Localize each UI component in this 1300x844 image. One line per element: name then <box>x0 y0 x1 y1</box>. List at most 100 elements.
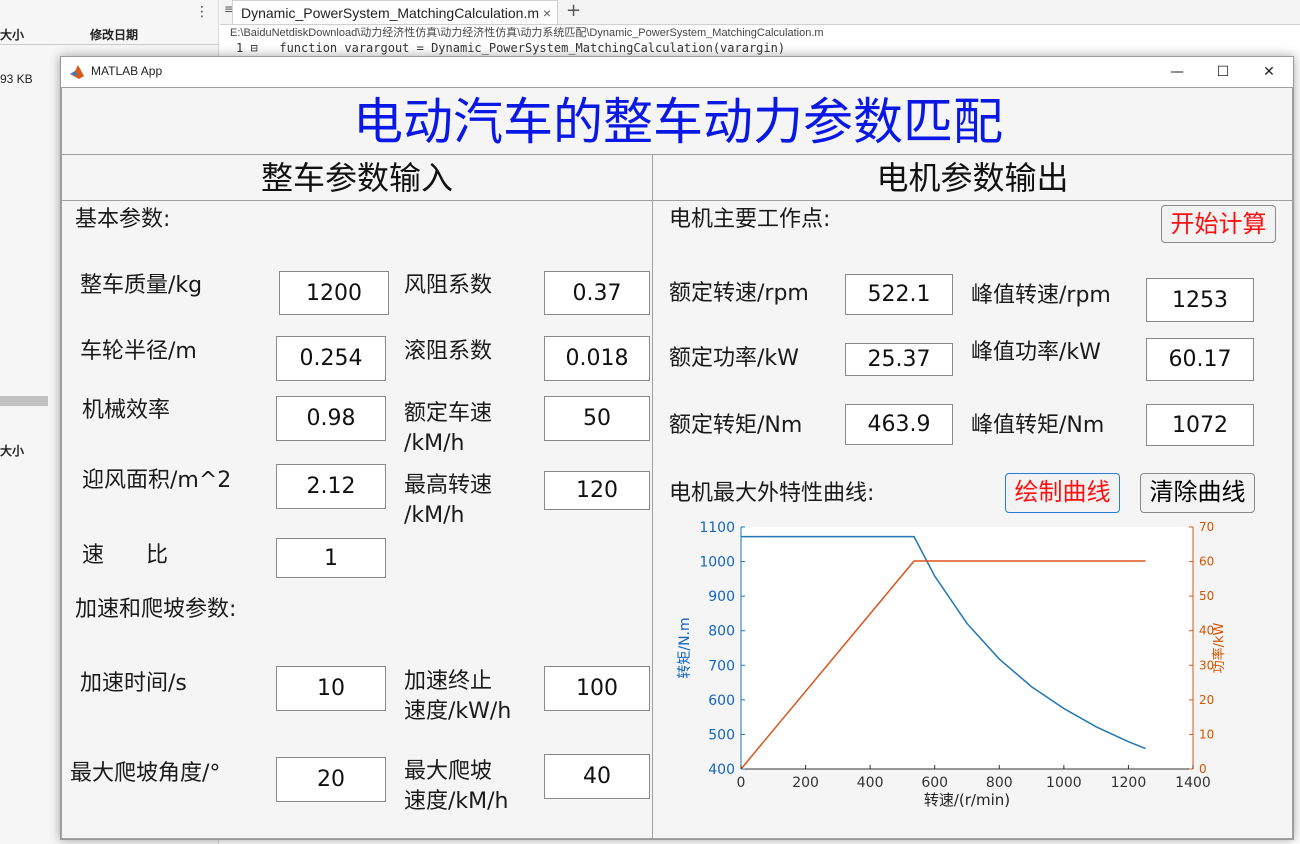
minimize-button[interactable]: — <box>1154 57 1200 87</box>
mass-label: 整车质量/kg <box>80 273 203 298</box>
gear-ratio-input[interactable] <box>276 538 386 578</box>
main-points-heading: 电机主要工作点: <box>669 207 831 232</box>
mech-efficiency-label: 机械效率 <box>82 398 171 423</box>
editor-tab-label: Dynamic_PowerSystem_MatchingCalculation.… <box>241 5 540 21</box>
left-y-tick-label: 600 <box>708 693 735 709</box>
grade-speed-label: 最大爬坡 <box>404 759 493 784</box>
close-button[interactable]: ✕ <box>1246 57 1292 87</box>
frontal-area-label: 迎风面积/m^2 <box>82 468 232 493</box>
left-y-tick-label: 900 <box>708 589 735 605</box>
right-y-axis-label: 功率/kW <box>1211 622 1227 673</box>
accel-params-heading: 加速和爬坡参数: <box>75 597 237 622</box>
right-y-tick-label: 60 <box>1199 555 1214 569</box>
right-y-tick-label: 70 <box>1199 520 1214 534</box>
left-y-tick-label: 400 <box>708 762 735 778</box>
rated-speed-unit: /kM/h <box>404 431 465 456</box>
gear-ratio-label: 速 比 <box>82 543 168 568</box>
accel-end-speed-unit: 速度/kW/h <box>404 699 512 724</box>
input-panel-title: 整车参数输入 <box>62 155 652 201</box>
column-header-size[interactable]: 大小 <box>0 26 24 43</box>
matlab-app-window: MATLAB App — ☐ ✕ 电动汽车的整车动力参数匹配 整车参数输入 基本… <box>60 56 1294 840</box>
horizontal-scrollbar[interactable] <box>0 396 48 406</box>
x-tick-label: 600 <box>921 775 948 791</box>
rated-rpm-output[interactable] <box>845 274 953 315</box>
x-tick-label: 200 <box>792 775 819 791</box>
rated-power-label: 额定功率/kW <box>669 346 799 371</box>
file-size-value: 93 KB <box>0 72 33 86</box>
output-panel-title: 电机参数输出 <box>653 155 1292 201</box>
chart-axes <box>740 527 1194 770</box>
mass-input[interactable] <box>279 271 389 315</box>
x-tick-label: 1400 <box>1175 775 1211 791</box>
left-y-tick-label: 500 <box>708 727 735 743</box>
left-y-tick-label: 700 <box>708 658 735 674</box>
accel-time-input[interactable] <box>276 666 386 711</box>
accel-end-speed-input[interactable] <box>544 666 650 711</box>
grade-speed-input[interactable] <box>544 754 650 799</box>
mech-efficiency-input[interactable] <box>276 396 386 441</box>
right-y-tick-label: 10 <box>1199 727 1214 741</box>
main-title: 电动汽车的整车动力参数匹配 <box>353 93 1003 151</box>
peak-rpm-label: 峰值转速/rpm <box>971 283 1111 308</box>
x-tick-label: 400 <box>857 775 884 791</box>
max-speed-label: 最高转速 <box>404 473 493 498</box>
rated-speed-input[interactable] <box>544 396 650 441</box>
max-grade-angle-input[interactable] <box>276 757 386 802</box>
editor-tab[interactable]: Dynamic_PowerSystem_MatchingCalculation.… <box>232 0 558 24</box>
close-tab-icon[interactable]: × <box>543 1 551 25</box>
grade-speed-unit: 速度/kM/h <box>404 789 509 814</box>
x-tick-label: 1000 <box>1046 775 1082 791</box>
left-y-tick-label: 1000 <box>699 555 735 571</box>
rolling-coef-label: 滚阻系数 <box>404 339 493 364</box>
drag-coef-label: 风阻系数 <box>404 273 493 298</box>
draw-curve-button[interactable]: 绘制曲线 <box>1005 473 1120 513</box>
rolling-coef-input[interactable] <box>544 336 650 381</box>
rated-torque-label: 额定转矩/Nm <box>669 413 803 438</box>
accel-time-label: 加速时间/s <box>80 671 187 696</box>
new-tab-icon[interactable]: + <box>566 0 581 22</box>
wheel-radius-label: 车轮半径/m <box>80 339 197 364</box>
x-axis-label: 转速/(r/min) <box>924 791 1010 809</box>
peak-power-output[interactable] <box>1146 338 1254 381</box>
maximize-button[interactable]: ☐ <box>1200 57 1246 87</box>
wheel-radius-input[interactable] <box>276 336 386 381</box>
x-tick-label: 0 <box>737 775 746 791</box>
rated-torque-output[interactable] <box>845 404 953 445</box>
window-titlebar[interactable]: MATLAB App — ☐ ✕ <box>61 57 1293 87</box>
right-y-tick-label: 0 <box>1199 762 1207 776</box>
right-y-tick-label: 50 <box>1199 589 1214 603</box>
peak-power-label: 峰值功率/kW <box>971 340 1101 365</box>
left-y-axis-label: 转矩/N.m <box>677 617 693 678</box>
window-title: MATLAB App <box>91 64 163 78</box>
right-y-tick-label: 20 <box>1199 693 1214 707</box>
left-y-tick-label: 1100 <box>699 520 735 536</box>
plot-area <box>741 527 1193 769</box>
rated-rpm-label: 额定转速/rpm <box>669 281 809 306</box>
rated-speed-label: 额定车速 <box>404 401 493 426</box>
accel-end-speed-label: 加速终止 <box>404 669 493 694</box>
drag-coef-input[interactable] <box>544 271 650 315</box>
frontal-area-input[interactable] <box>276 464 386 509</box>
clear-curve-button[interactable]: 清除曲线 <box>1140 473 1255 513</box>
start-calculation-button[interactable]: 开始计算 <box>1161 205 1276 243</box>
peak-rpm-output[interactable] <box>1146 278 1254 322</box>
motor-characteristic-chart[interactable]: 0 200 400 600 800 1000 1200 1400400500600700800… <box>661 517 1251 817</box>
peak-torque-output[interactable] <box>1146 404 1254 446</box>
peak-torque-label: 峰值转矩/Nm <box>971 413 1105 438</box>
max-grade-angle-label: 最大爬坡角度/° <box>70 761 221 786</box>
column-header-date[interactable]: 修改日期 <box>90 26 138 43</box>
divider <box>0 44 218 45</box>
max-speed-unit: /kM/h <box>404 503 465 528</box>
code-line[interactable]: 1 ⊟ function varargout = Dynamic_PowerSy… <box>236 41 785 55</box>
rated-power-output[interactable] <box>845 343 953 376</box>
x-tick-label: 1200 <box>1111 775 1147 791</box>
matlab-logo-icon <box>70 65 84 79</box>
details-header-size: 大小 <box>0 444 25 458</box>
x-tick-label: 800 <box>986 775 1013 791</box>
left-y-tick-label: 800 <box>708 624 735 640</box>
more-options-icon[interactable]: ⋮ <box>195 4 209 20</box>
max-speed-input[interactable] <box>544 471 650 510</box>
editor-file-path: E:\BaiduNetdiskDownload\动力经济性仿真\动力经济性仿真\… <box>230 27 824 39</box>
title-panel: 电动汽车的整车动力参数匹配 <box>61 87 1293 155</box>
curve-heading: 电机最大外特性曲线: <box>669 481 875 506</box>
